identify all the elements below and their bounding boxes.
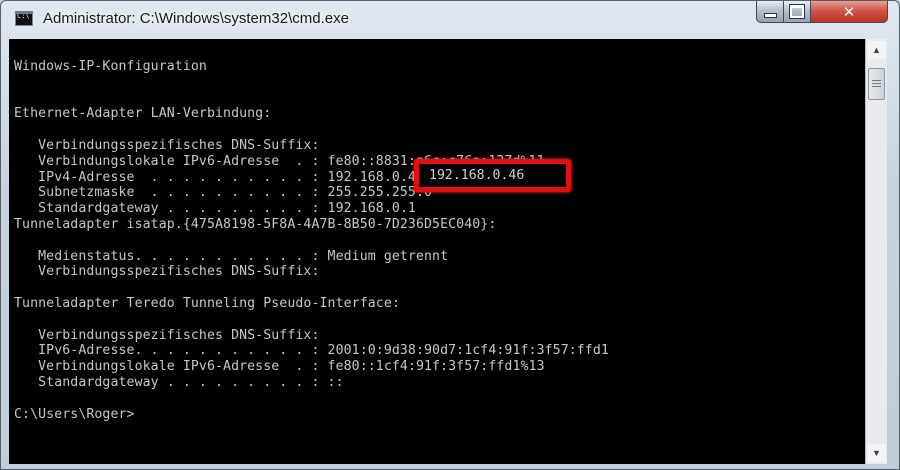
console-line: Verbindungsspezifisches DNS-Suffix:	[14, 137, 320, 153]
window-title: Administrator: C:\Windows\system32\cmd.e…	[43, 10, 349, 27]
console-line: Verbindungsspezifisches DNS-Suffix:	[14, 264, 320, 280]
console-line: Verbindungsspezifisches DNS-Suffix:	[14, 327, 320, 343]
grip-line	[872, 80, 881, 81]
console-line: Medienstatus. . . . . . . . . . . : Medi…	[14, 248, 449, 264]
close-icon: ✕	[842, 2, 856, 21]
cmd-window: C:\ Administrator: C:\Windows\system32\c…	[0, 0, 900, 470]
console-line: C:\Users\Roger>	[14, 406, 135, 422]
console-output[interactable]: Windows-IP-Konfiguration Ethernet-Adapter…	[9, 39, 865, 464]
grip-line	[872, 83, 881, 84]
console-line: Verbindungslokale IPv6-Adresse . : fe80:…	[14, 359, 545, 375]
minimize-button[interactable]	[756, 1, 784, 23]
console-lines: Windows-IP-Konfiguration Ethernet-Adapter…	[14, 59, 609, 422]
scroll-thumb[interactable]	[868, 68, 885, 100]
console-line: Tunneladapter isatap.{475A8198-5F8A-4A7B…	[14, 216, 497, 232]
scroll-down-button[interactable]: ▼	[867, 444, 886, 462]
console-line: Ethernet-Adapter LAN-Verbindung:	[14, 106, 272, 122]
cmd-icon[interactable]: C:\	[15, 11, 33, 26]
arrow-down-icon: ▼	[872, 448, 881, 458]
grip-line	[872, 86, 881, 87]
scroll-up-button[interactable]: ▲	[867, 41, 886, 59]
maximize-icon	[789, 4, 805, 19]
vertical-scrollbar[interactable]: ▲ ▼	[865, 39, 887, 464]
title-bar[interactable]: C:\ Administrator: C:\Windows\system32\c…	[1, 1, 900, 39]
minimize-icon	[763, 12, 777, 18]
console-line: Standardgateway . . . . . . . . . : 192.…	[14, 201, 416, 217]
console-line: Standardgateway . . . . . . . . . : ::	[14, 374, 344, 390]
console-line: Tunneladapter Teredo Tunneling Pseudo-In…	[14, 295, 400, 311]
maximize-button[interactable]	[783, 1, 811, 23]
close-button[interactable]: ✕	[810, 1, 888, 23]
ipv4-highlight-box: 192.168.0.46	[414, 159, 571, 192]
arrow-up-icon: ▲	[872, 45, 881, 55]
console-line: IPv6-Adresse. . . . . . . . . . . : 2001…	[14, 343, 609, 359]
console-line: Windows-IP-Konfiguration	[14, 59, 207, 74]
